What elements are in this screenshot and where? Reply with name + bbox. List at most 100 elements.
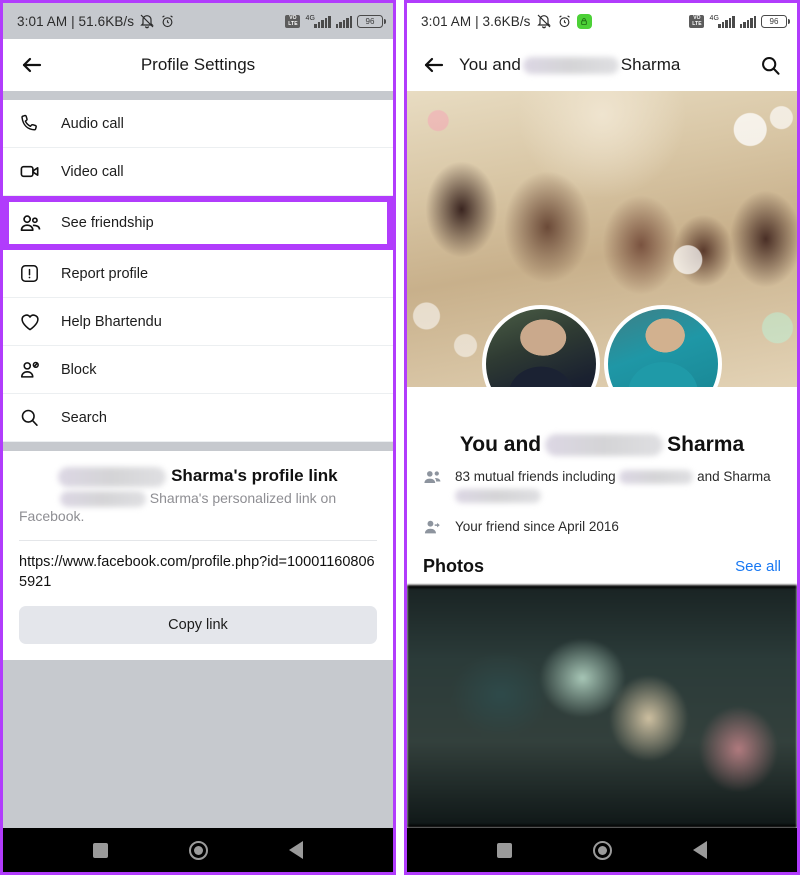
profile-link-card: Sharma's profile link Sharma's personali…	[3, 451, 393, 661]
friendship-header: You and Sharma	[407, 39, 797, 91]
status-time-and-speed: 3:01 AM | 3.6KB/s	[421, 13, 531, 29]
card-divider	[19, 540, 377, 542]
menu-item-audio-call[interactable]: Audio call	[3, 100, 393, 148]
signal-bars-2-icon	[739, 15, 756, 28]
header-title-prefix: You and	[459, 55, 521, 74]
menu-item-label: Block	[61, 361, 97, 378]
menu-item-label: Search	[61, 409, 107, 426]
person-blocked-icon	[19, 358, 47, 382]
right-phone-frame: 3:01 AM | 3.6KB/s VO LTE 4G 96 You and S…	[404, 0, 800, 875]
two-people-icon	[19, 211, 47, 235]
see-all-link[interactable]: See all	[735, 558, 781, 575]
battery-icon: 96	[761, 14, 790, 28]
photo-thumbnail[interactable]	[407, 585, 797, 828]
friendship-heading-prefix: You and	[459, 433, 542, 456]
profile-link-subtitle-line2: Facebook.	[19, 508, 85, 525]
redacted-name-block-2	[455, 488, 541, 503]
header-title: You and Sharma	[459, 55, 745, 75]
search-icon	[19, 406, 47, 430]
exclamation-box-icon	[19, 262, 47, 286]
menu-item-block[interactable]: Block	[3, 346, 393, 394]
circle-home-icon[interactable]	[188, 840, 208, 860]
left-phone-frame: 3:01 AM | 51.6KB/s VO LTE 4G 96 Profile …	[0, 0, 396, 875]
add-friend-icon	[423, 518, 443, 543]
redacted-name-block	[522, 56, 619, 74]
mutual-friends-text: 83 mutual friends including and Sharma	[455, 467, 771, 503]
redacted-name-block	[58, 466, 167, 487]
volte-icon: VO LTE	[689, 14, 705, 28]
search-icon[interactable]	[757, 52, 783, 78]
friend-since-text: Your friend since April 2016	[455, 518, 619, 534]
back-arrow-icon[interactable]	[19, 52, 45, 78]
status-bar-left-group: 3:01 AM | 3.6KB/s	[421, 13, 592, 29]
profile-url-text[interactable]: https://www.facebook.com/profile.php?id=…	[19, 553, 377, 592]
left-android-nav-bar	[3, 828, 393, 872]
menu-item-help[interactable]: Help Bhartendu	[3, 298, 393, 346]
avatar[interactable]	[604, 305, 722, 387]
alarm-clock-icon	[557, 14, 572, 29]
redacted-name-block	[545, 434, 664, 456]
section-divider	[3, 91, 393, 100]
section-divider-2	[3, 442, 393, 451]
signal-bars-2-icon	[335, 15, 352, 28]
status-bar-right-group: VO LTE 4G 96	[689, 14, 790, 28]
menu-item-label: Video call	[61, 163, 124, 180]
heart-icon	[19, 310, 47, 334]
signal-bars-1-icon: 4G	[709, 15, 735, 28]
menu-item-report-profile[interactable]: Report profile	[3, 250, 393, 298]
friendship-heading: You and Sharma	[407, 433, 797, 457]
cover-photo[interactable]	[407, 91, 797, 387]
mutual-friends-row: 83 mutual friends including and Sharma	[407, 457, 797, 503]
triangle-back-icon[interactable]	[288, 841, 303, 859]
phone-icon	[19, 112, 47, 136]
menu-item-search[interactable]: Search	[3, 394, 393, 442]
two-people-icon	[423, 468, 443, 493]
right-android-nav-bar	[407, 828, 797, 872]
profile-link-title: Sharma's profile link	[19, 465, 377, 487]
green-lock-badge-icon	[576, 13, 592, 29]
status-bar-left-group: 3:01 AM | 51.6KB/s	[17, 13, 175, 29]
header-title-suffix: Sharma	[620, 55, 681, 74]
status-time-and-speed: 3:01 AM | 51.6KB/s	[17, 13, 135, 29]
triangle-back-icon[interactable]	[692, 841, 707, 859]
menu-item-label: Help Bhartendu	[61, 313, 162, 330]
menu-item-video-call[interactable]: Video call	[3, 148, 393, 196]
avatar-pair	[482, 305, 722, 387]
menu-item-label: Report profile	[61, 265, 149, 282]
friend-since-row: Your friend since April 2016	[407, 503, 797, 543]
page-title: Profile Settings	[140, 55, 256, 74]
photos-title: Photos	[423, 556, 484, 577]
screenshot-stage: 3:01 AM | 51.6KB/s VO LTE 4G 96 Profile …	[0, 0, 800, 875]
volte-icon: VO LTE	[285, 14, 301, 28]
back-arrow-icon[interactable]	[421, 52, 447, 78]
profile-link-title-text: Sharma's profile link	[171, 466, 338, 485]
photos-section-header: Photos See all	[407, 542, 797, 585]
redacted-name-block	[619, 470, 694, 485]
right-status-bar: 3:01 AM | 3.6KB/s VO LTE 4G 96	[407, 3, 797, 39]
empty-background-area	[3, 660, 393, 828]
friendship-heading-suffix: Sharma	[667, 433, 745, 456]
avatar[interactable]	[482, 305, 600, 387]
left-status-bar: 3:01 AM | 51.6KB/s VO LTE 4G 96	[3, 3, 393, 39]
circle-home-icon[interactable]	[592, 840, 612, 860]
profile-settings-menu: Audio call Video call See friendship Rep…	[3, 100, 393, 442]
alarm-clock-icon	[160, 14, 175, 29]
mutual-friends-suffix: and Sharma	[697, 469, 771, 484]
bell-muted-icon	[139, 13, 155, 29]
battery-icon: 96	[357, 14, 386, 28]
square-recents-icon[interactable]	[93, 842, 109, 858]
menu-item-see-friendship[interactable]: See friendship	[3, 196, 393, 250]
profile-link-subtitle: Sharma's personalized link on Facebook.	[19, 489, 377, 527]
mutual-friends-prefix: 83 mutual friends including	[455, 469, 616, 484]
menu-item-label: Audio call	[61, 115, 124, 132]
profile-link-subtitle-line1: Sharma's personalized link on	[149, 489, 337, 506]
menu-item-label: See friendship	[61, 215, 154, 231]
copy-link-button[interactable]: Copy link	[19, 606, 377, 645]
square-recents-icon[interactable]	[497, 842, 513, 858]
profile-settings-header: Profile Settings	[3, 39, 393, 91]
video-camera-icon	[19, 160, 47, 184]
signal-bars-1-icon: 4G	[305, 15, 331, 28]
bell-muted-icon	[536, 13, 552, 29]
status-bar-right-group: VO LTE 4G 96	[285, 14, 386, 28]
redacted-name-block-2	[59, 490, 146, 507]
